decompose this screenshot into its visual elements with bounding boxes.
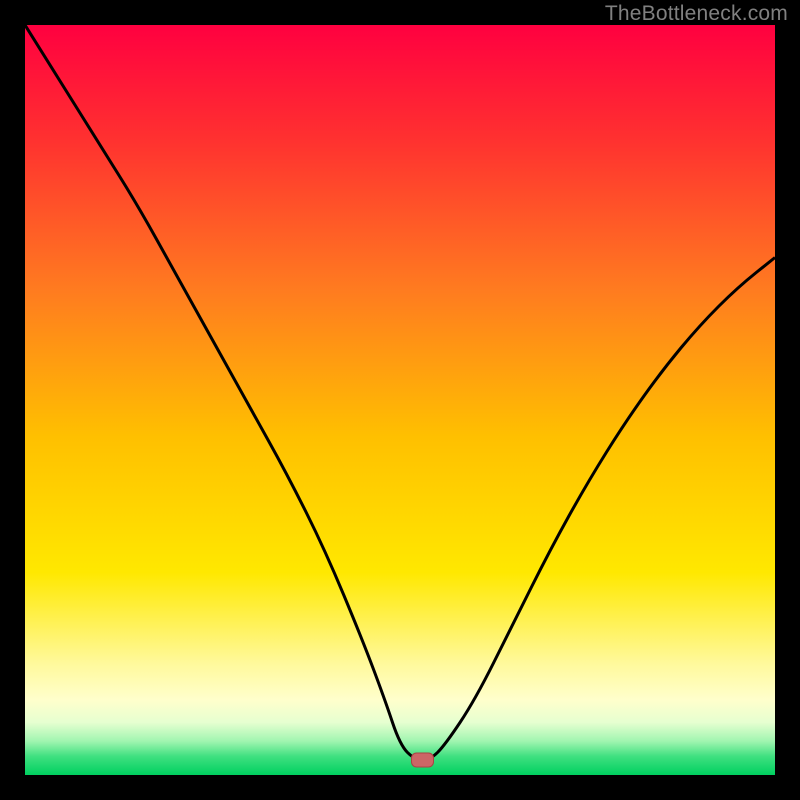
gradient-background <box>25 25 775 775</box>
optimum-marker <box>412 753 434 767</box>
plot-area <box>25 25 775 775</box>
bottleneck-chart <box>25 25 775 775</box>
chart-frame: TheBottleneck.com <box>0 0 800 800</box>
attribution-label: TheBottleneck.com <box>605 2 788 26</box>
